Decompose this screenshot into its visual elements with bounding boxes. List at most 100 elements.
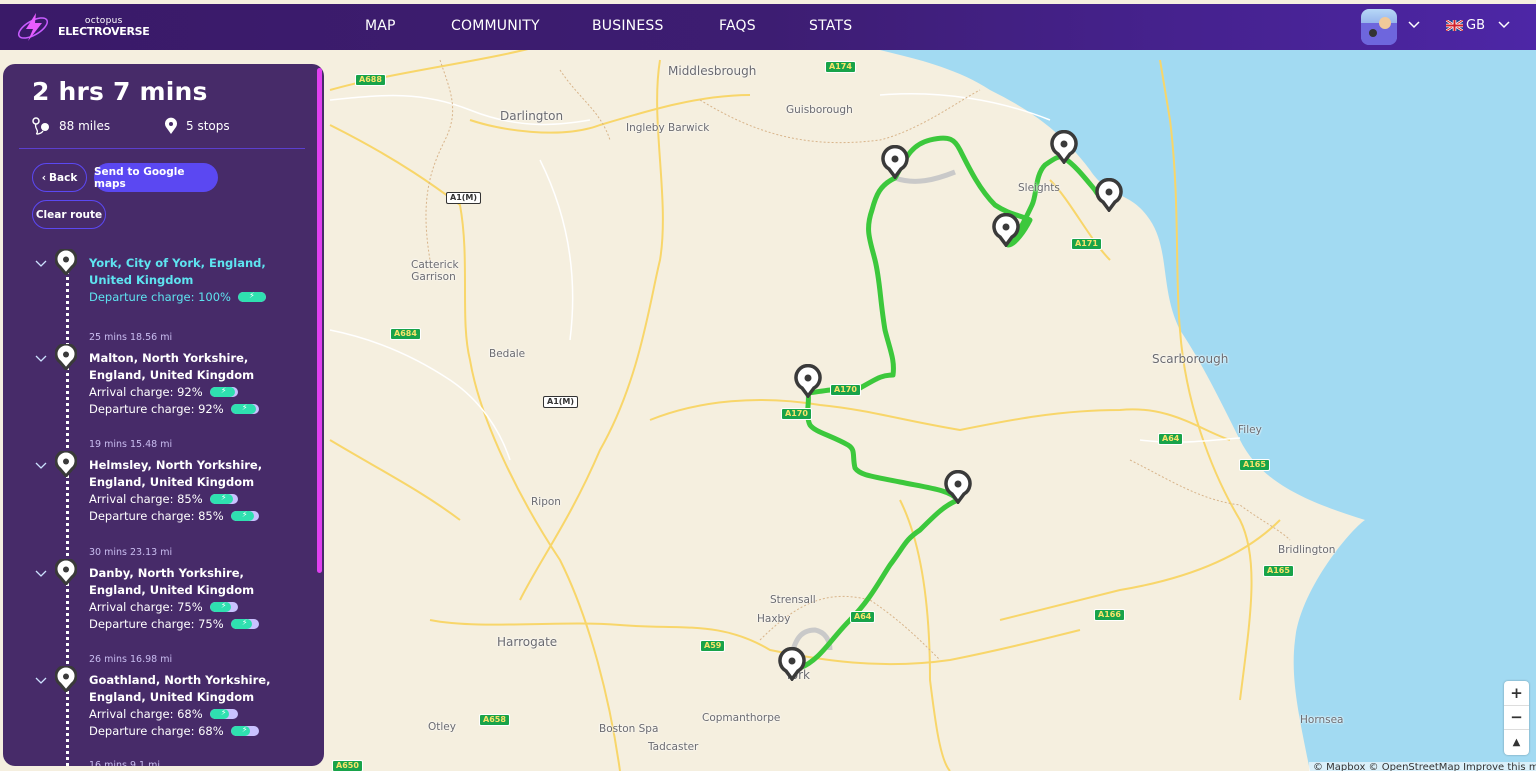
map-pin-stop[interactable]: [1050, 130, 1078, 164]
stop-pin-icon: [54, 557, 78, 587]
back-button[interactable]: ‹ Back: [32, 163, 87, 192]
map-pin-destination[interactable]: [1095, 178, 1123, 212]
chevron-down-icon[interactable]: [35, 567, 47, 581]
departure-charge: Departure charge: 92% ⚡: [89, 402, 259, 416]
place-label: Bedale: [489, 348, 526, 360]
avatar-image-icon: [1361, 17, 1397, 45]
zoom-in-button[interactable]: +: [1504, 681, 1529, 706]
distance-label: 88 miles: [59, 119, 111, 133]
user-avatar[interactable]: [1361, 9, 1397, 45]
place-label: Otley: [428, 721, 456, 733]
road-shield: A658: [479, 714, 510, 726]
battery-indicator: ⚡: [209, 709, 238, 719]
place-label: Hornsea: [1300, 714, 1344, 726]
nav-community[interactable]: COMMUNITY: [451, 18, 540, 34]
map-pin-helmsley[interactable]: [794, 364, 822, 398]
map-attribution[interactable]: © Mapbox © OpenStreetMap Improve this ma…: [1309, 762, 1536, 771]
place-label: Middlesbrough: [668, 64, 757, 78]
stop-pin-icon: [54, 247, 78, 277]
compass-button[interactable]: ▲: [1504, 730, 1529, 755]
brand-logo[interactable]: octopus ELECTROVERSE: [14, 11, 150, 43]
chevron-down-icon[interactable]: [35, 352, 47, 366]
map-pin-york[interactable]: [778, 647, 806, 681]
battery-indicator: ⚡: [209, 602, 238, 612]
panel-scrollbar[interactable]: [317, 68, 322, 573]
language-selector[interactable]: GB: [1446, 18, 1485, 33]
route-distance: 88 miles: [31, 117, 110, 135]
place-label: Haxby: [757, 613, 791, 625]
place-label: Boston Spa: [599, 723, 659, 735]
route-icon: [32, 117, 49, 135]
chevron-left-icon: ‹: [41, 171, 47, 184]
panel-divider: [19, 148, 305, 149]
place-label: Harrogate: [497, 635, 558, 649]
bolt-icon: ⚡: [220, 709, 227, 717]
lightning-logo-icon: [17, 13, 49, 41]
nav-business[interactable]: BUSINESS: [592, 18, 664, 34]
departure-charge: Departure charge: 75% ⚡: [89, 617, 259, 631]
location-pin-icon: [165, 117, 177, 134]
arrival-charge: Arrival charge: 68% ⚡: [89, 707, 238, 721]
map-controls: + − ▲: [1504, 681, 1529, 755]
place-label: Ingleby Barwick: [626, 122, 710, 134]
road-shield: A1(M): [446, 192, 482, 204]
map-pin-goathland[interactable]: [992, 213, 1020, 247]
place-label: Darlington: [500, 109, 564, 123]
bolt-icon: ⚡: [249, 292, 255, 300]
nav-faqs[interactable]: FAQS: [719, 18, 756, 34]
battery-indicator: ⚡: [230, 404, 259, 414]
road-shield: A64: [850, 611, 876, 623]
battery-indicator: ⚡: [230, 726, 259, 736]
battery-indicator: ⚡: [209, 387, 238, 397]
stop-name: Danby, North Yorkshire, England, United …: [89, 566, 255, 597]
leg-info: 25 mins 18.56 mi: [89, 332, 173, 343]
nav-stats[interactable]: STATS: [809, 18, 852, 34]
road-shield: A170: [781, 408, 812, 420]
place-label: Catterick Garrison: [411, 259, 459, 284]
leg-info: 16 mins 9.1 mi: [89, 760, 161, 766]
place-label: Strensall: [770, 594, 816, 606]
send-to-google-maps-button[interactable]: Send to Google maps: [94, 163, 218, 192]
bolt-icon: ⚡: [241, 511, 248, 519]
route-panel: 2 hrs 7 mins 88 miles 5 stops ‹ Back Sen…: [3, 64, 324, 766]
bolt-icon: ⚡: [220, 494, 227, 502]
bolt-icon: ⚡: [220, 387, 227, 395]
road-shield: A684: [390, 328, 421, 340]
bolt-icon: ⚡: [241, 726, 248, 734]
battery-indicator: ⚡: [209, 494, 238, 504]
road-shield: A174: [825, 61, 856, 73]
zoom-out-button[interactable]: −: [1504, 706, 1529, 731]
departure-charge: Departure charge: 68% ⚡: [89, 724, 259, 738]
place-label: Guisborough: [786, 104, 853, 116]
battery-indicator: ⚡: [230, 619, 259, 629]
chevron-down-icon[interactable]: [1408, 21, 1420, 29]
stops-label: 5 stops: [186, 119, 230, 133]
map-pin-danby[interactable]: [881, 145, 909, 179]
road-shield: A170: [830, 384, 861, 396]
road-shield: A64: [1158, 433, 1184, 445]
battery-indicator: ⚡: [237, 292, 266, 302]
bolt-icon: ⚡: [220, 602, 227, 610]
nav-map[interactable]: MAP: [365, 18, 396, 34]
map-pin-malton[interactable]: [944, 470, 972, 504]
stop-pin-icon: [54, 342, 78, 372]
road-shield: A165: [1263, 565, 1294, 577]
place-label: Ripon: [531, 496, 561, 508]
uk-flag-icon: [1446, 20, 1463, 31]
departure-charge: Departure charge: 100% ⚡: [89, 290, 266, 304]
chevron-down-icon[interactable]: [1498, 21, 1510, 29]
route-stops: 5 stops: [164, 117, 230, 135]
road-shield: A165: [1239, 459, 1270, 471]
chevron-down-icon[interactable]: [35, 257, 47, 271]
stop-name: York, City of York, England, United King…: [89, 256, 266, 287]
stop-name: Malton, North Yorkshire, England, United…: [89, 351, 255, 382]
stop-name: Helmsley, North Yorkshire, England, Unit…: [89, 458, 263, 489]
clear-route-button[interactable]: Clear route: [32, 200, 106, 229]
chevron-down-icon[interactable]: [35, 459, 47, 473]
chevron-down-icon[interactable]: [35, 674, 47, 688]
language-label: GB: [1466, 18, 1485, 33]
bolt-icon: ⚡: [241, 619, 248, 627]
leg-info: 30 mins 23.13 mi: [89, 547, 173, 558]
road-shield: A650: [332, 760, 363, 771]
leg-info: 19 mins 15.48 mi: [89, 439, 173, 450]
